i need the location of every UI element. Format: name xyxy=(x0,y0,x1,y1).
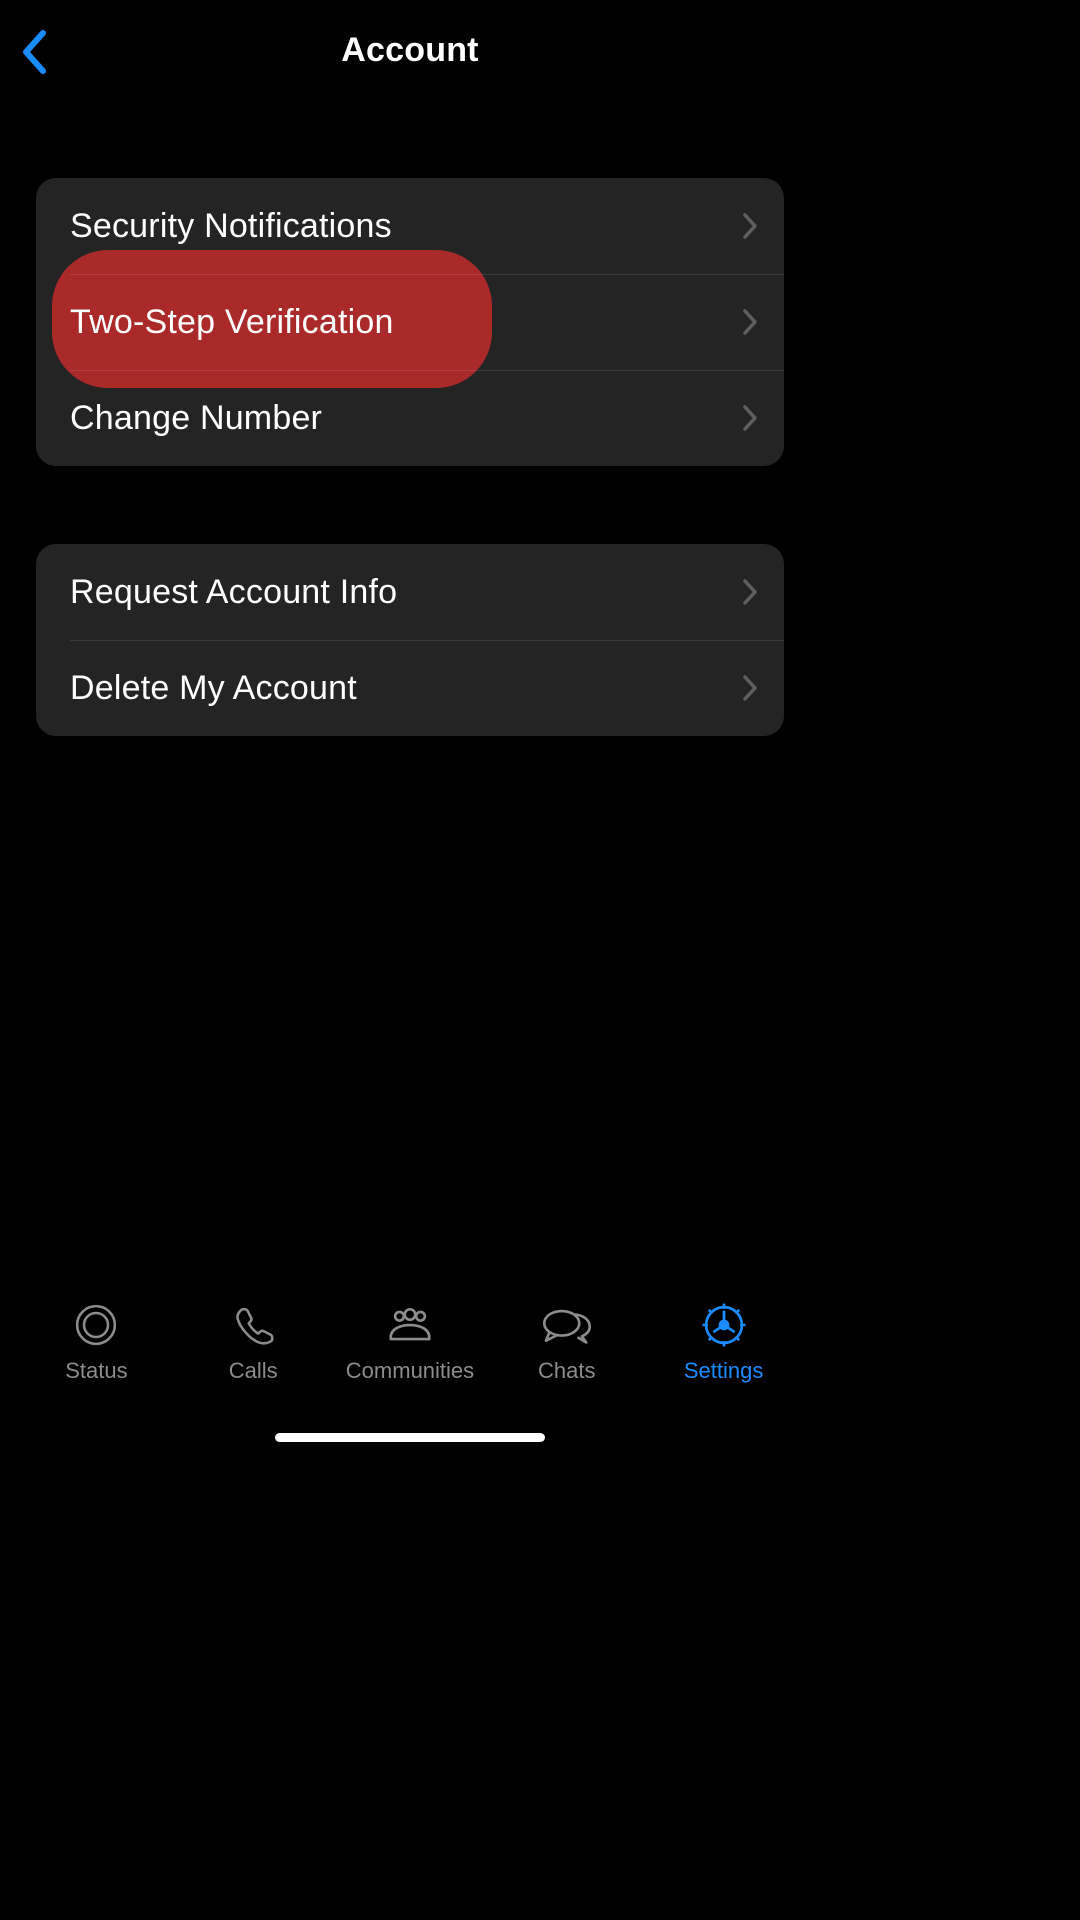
row-security-notifications[interactable]: Security Notifications xyxy=(36,178,784,274)
communities-icon xyxy=(382,1300,438,1350)
row-label: Two-Step Verification xyxy=(70,303,742,342)
settings-group-security: Security Notifications Two-Step Verifica… xyxy=(36,178,784,466)
row-label: Request Account Info xyxy=(70,573,742,612)
back-button[interactable] xyxy=(12,22,56,82)
chats-icon xyxy=(539,1300,595,1350)
tab-label: Settings xyxy=(684,1358,764,1384)
settings-group-account: Request Account Info Delete My Account xyxy=(36,544,784,736)
page-title: Account xyxy=(341,31,478,70)
row-request-account-info[interactable]: Request Account Info xyxy=(36,544,784,640)
tab-status[interactable]: Status xyxy=(18,1300,175,1384)
tab-label: Communities xyxy=(346,1358,474,1384)
row-two-step-verification[interactable]: Two-Step Verification xyxy=(36,274,784,370)
row-label: Change Number xyxy=(70,399,742,438)
row-label: Delete My Account xyxy=(70,669,742,708)
tab-settings[interactable]: Settings xyxy=(645,1300,802,1384)
gear-icon xyxy=(696,1300,752,1350)
home-indicator xyxy=(275,1433,545,1442)
tab-chats[interactable]: Chats xyxy=(488,1300,645,1384)
row-change-number[interactable]: Change Number xyxy=(36,370,784,466)
phone-icon xyxy=(225,1300,281,1350)
tab-label: Status xyxy=(65,1358,127,1384)
tab-bar: Status Calls Communities xyxy=(0,1286,820,1456)
status-icon xyxy=(68,1300,124,1350)
tab-communities[interactable]: Communities xyxy=(332,1300,489,1384)
chevron-right-icon xyxy=(742,578,758,606)
tab-label: Calls xyxy=(229,1358,278,1384)
nav-header: Account xyxy=(0,0,820,100)
row-delete-my-account[interactable]: Delete My Account xyxy=(36,640,784,736)
chevron-right-icon xyxy=(742,404,758,432)
chevron-left-icon xyxy=(21,30,47,74)
chevron-right-icon xyxy=(742,308,758,336)
row-label: Security Notifications xyxy=(70,207,742,246)
chevron-right-icon xyxy=(742,212,758,240)
content-area: Security Notifications Two-Step Verifica… xyxy=(0,100,820,736)
chevron-right-icon xyxy=(742,674,758,702)
tab-label: Chats xyxy=(538,1358,595,1384)
tab-calls[interactable]: Calls xyxy=(175,1300,332,1384)
